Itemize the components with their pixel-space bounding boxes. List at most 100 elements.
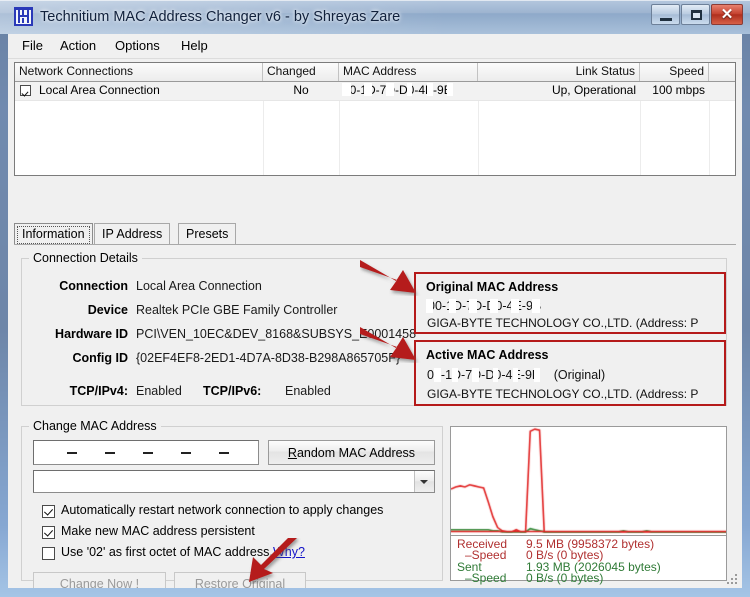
redaction-overlay — [493, 368, 498, 382]
active-mac-callout-box: Active MAC Address 00-1D-7D-D0-4E-9B (Or… — [414, 340, 726, 406]
window-client-area: File Action Options Help Network Connect… — [8, 34, 742, 588]
menu-item-file[interactable]: File — [16, 37, 49, 55]
table-row[interactable]: Local Area Connection No 00-1D-7D-D0-4E-… — [15, 82, 735, 101]
redaction-overlay — [452, 368, 458, 382]
connection-details-label: Connection Details — [29, 251, 142, 265]
network-connections-list[interactable]: Network Connections Changed MAC Address … — [14, 62, 736, 176]
window-title: Technitium MAC Address Changer v6 - by S… — [40, 9, 401, 25]
window-titlebar[interactable]: Technitium MAC Address Changer v6 - by S… — [0, 0, 750, 34]
column-header-mac-address[interactable]: MAC Address — [339, 63, 478, 81]
chevron-down-icon[interactable] — [414, 471, 434, 492]
red-arrow-to-restore-button-icon — [249, 538, 297, 582]
mac-separator-5 — [219, 452, 229, 454]
tab-bar: Information IP Address Presets — [14, 223, 736, 245]
cell-mac-address: 00-1D-7D-D0-4E-9B — [339, 82, 478, 100]
redaction-overlay — [407, 83, 412, 96]
label-connection: Connection — [59, 279, 128, 293]
redaction-overlay — [472, 368, 479, 382]
active-mac-value: 00-1D-7D-D0-4E-9B (Original) — [427, 368, 605, 382]
sent-speed-value: 0 B/s (0 bytes) — [526, 571, 604, 585]
maximize-button[interactable] — [681, 4, 710, 25]
value-tcp-ipv4: Enabled — [136, 384, 182, 398]
sent-speed-label: –Speed — [465, 571, 507, 585]
label-device: Device — [87, 303, 128, 317]
checkbox-use-02-first-octet[interactable] — [42, 547, 55, 560]
menu-item-action[interactable]: Action — [54, 37, 102, 55]
value-tcp-ipv6: Enabled — [285, 384, 331, 398]
change-now-button[interactable]: Change Now ! — [33, 572, 166, 588]
mac-separator-3 — [143, 452, 153, 454]
change-now-accesskey: C — [59, 577, 69, 588]
redaction-overlay — [534, 368, 540, 382]
mac-separator-2 — [105, 452, 115, 454]
cell-speed: 100 mbps — [652, 83, 705, 97]
close-icon: ✕ — [720, 6, 734, 23]
value-connection: Local Area Connection — [136, 279, 262, 293]
redaction-overlay — [532, 299, 540, 313]
close-button[interactable]: ✕ — [711, 4, 743, 25]
redaction-overlay — [490, 299, 498, 313]
cell-mac-address-text: 00-1D-7D-D0-4E-9B — [343, 83, 452, 97]
label-config-id: Config ID — [72, 351, 128, 365]
tab-presets[interactable]: Presets — [178, 223, 237, 244]
red-arrow-to-original-mac-icon — [360, 260, 416, 293]
menu-bar: File Action Options Help — [8, 34, 742, 59]
checkbox-auto-restart-label: Automatically restart network connection… — [61, 503, 384, 517]
column-header-link-status[interactable]: Link Status — [478, 63, 640, 81]
original-mac-callout-box: Original MAC Address 00-1D-7D-D0-4E-9B G… — [414, 272, 726, 334]
desktop-background: Technitium MAC Address Changer v6 - by S… — [0, 0, 750, 597]
change-now-label-rest: hange Now ! — [68, 577, 140, 588]
network-traffic-panel: Received 9.5 MB (9958372 bytes) –Speed 0… — [450, 426, 727, 585]
column-header-speed[interactable]: Speed — [640, 63, 709, 81]
cell-connection-name: Local Area Connection — [39, 83, 160, 97]
random-mac-label-rest: andom MAC Address — [296, 446, 416, 460]
minimize-button[interactable] — [651, 4, 680, 25]
random-mac-address-button[interactable]: Random MAC Address — [268, 440, 435, 465]
restore-label-start: Restore — [194, 577, 243, 588]
mac-separator-1 — [67, 452, 77, 454]
cell-changed: No — [293, 83, 309, 97]
active-mac-text: 00-1D-7D-D0-4E-9B — [427, 368, 541, 382]
active-mac-vendor: GIGA-BYTE TECHNOLOGY CO.,LTD. (Address: … — [427, 387, 699, 401]
checkbox-persistent[interactable] — [42, 526, 55, 539]
tab-underline — [14, 244, 736, 245]
connection-checkbox[interactable] — [20, 85, 31, 96]
checkbox-auto-restart[interactable] — [42, 505, 55, 518]
change-mac-label: Change MAC Address — [29, 419, 161, 433]
redaction-overlay — [426, 299, 433, 313]
column-header-filler — [709, 63, 735, 81]
redaction-overlay — [469, 299, 477, 313]
mac-address-input[interactable] — [33, 440, 259, 465]
value-device: Realtek PCIe GBE Family Controller — [136, 303, 338, 317]
cell-link-status: Up, Operational — [551, 83, 636, 97]
preset-combobox[interactable] — [33, 470, 435, 493]
original-mac-value: 00-1D-7D-D0-4E-9B — [426, 299, 542, 313]
redaction-overlay — [511, 299, 519, 313]
random-mac-accesskey: R — [287, 446, 297, 460]
red-arrow-to-active-mac-icon — [360, 327, 416, 360]
tab-information[interactable]: Information — [14, 223, 93, 244]
checkbox-persistent-label: Make new MAC address persistent — [61, 524, 255, 538]
resize-grip[interactable] — [725, 572, 739, 586]
label-hardware-id: Hardware ID — [55, 327, 128, 341]
traffic-stats-list: Received 9.5 MB (9958372 bytes) –Speed 0… — [451, 535, 726, 585]
original-mac-title: Original MAC Address — [426, 280, 559, 294]
menu-item-options[interactable]: Options — [109, 37, 166, 55]
original-mac-text: 00-1D-7D-D0-4E-9B — [428, 299, 542, 313]
original-mac-vendor: GIGA-BYTE TECHNOLOGY CO.,LTD. (Address: … — [427, 316, 699, 330]
traffic-graph — [451, 427, 726, 534]
redaction-overlay — [342, 83, 351, 96]
tab-ip-address[interactable]: IP Address — [94, 223, 171, 244]
technitium-logo-icon — [14, 7, 33, 26]
label-tcp-ipv4: TCP/IPv4: — [69, 384, 128, 398]
mac-separator-4 — [181, 452, 191, 454]
redaction-overlay — [427, 83, 433, 96]
active-mac-title: Active MAC Address — [426, 348, 549, 362]
redaction-overlay — [513, 368, 518, 382]
list-header-row: Network Connections Changed MAC Address … — [15, 63, 735, 82]
column-header-changed[interactable]: Changed — [263, 63, 339, 81]
column-header-network-connections[interactable]: Network Connections — [15, 63, 263, 81]
redaction-overlay — [386, 83, 394, 96]
menu-item-help[interactable]: Help — [175, 37, 214, 55]
redaction-overlay — [364, 83, 372, 96]
